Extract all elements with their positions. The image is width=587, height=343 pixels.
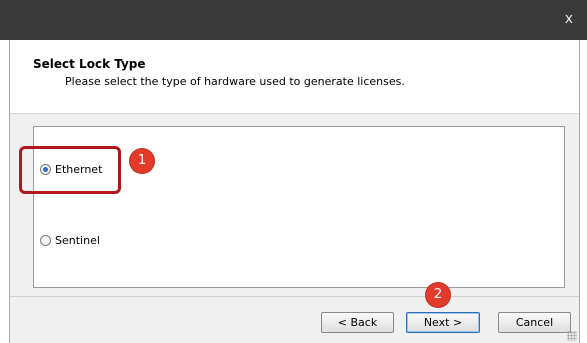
cancel-button[interactable]: Cancel bbox=[498, 312, 571, 333]
page-subtitle: Please select the type of hardware used … bbox=[65, 75, 405, 88]
title-bar: x bbox=[0, 0, 587, 40]
dialog: Select Lock Type Please select the type … bbox=[9, 40, 580, 343]
step-badge-2: 2 bbox=[426, 283, 450, 307]
footer-divider bbox=[10, 296, 579, 297]
step-badge-1: 1 bbox=[130, 149, 154, 173]
radio-sentinel[interactable]: Sentinel bbox=[40, 234, 100, 247]
next-button[interactable]: Next > bbox=[406, 312, 480, 333]
highlight-box bbox=[19, 146, 121, 194]
close-icon[interactable]: x bbox=[565, 12, 573, 26]
back-button[interactable]: < Back bbox=[321, 312, 394, 333]
header-area: Select Lock Type Please select the type … bbox=[10, 40, 579, 114]
page-title: Select Lock Type bbox=[33, 57, 146, 71]
radio-unselected-icon[interactable] bbox=[40, 235, 51, 246]
resize-grip-icon[interactable] bbox=[567, 331, 577, 341]
radio-label-sentinel: Sentinel bbox=[55, 234, 100, 247]
